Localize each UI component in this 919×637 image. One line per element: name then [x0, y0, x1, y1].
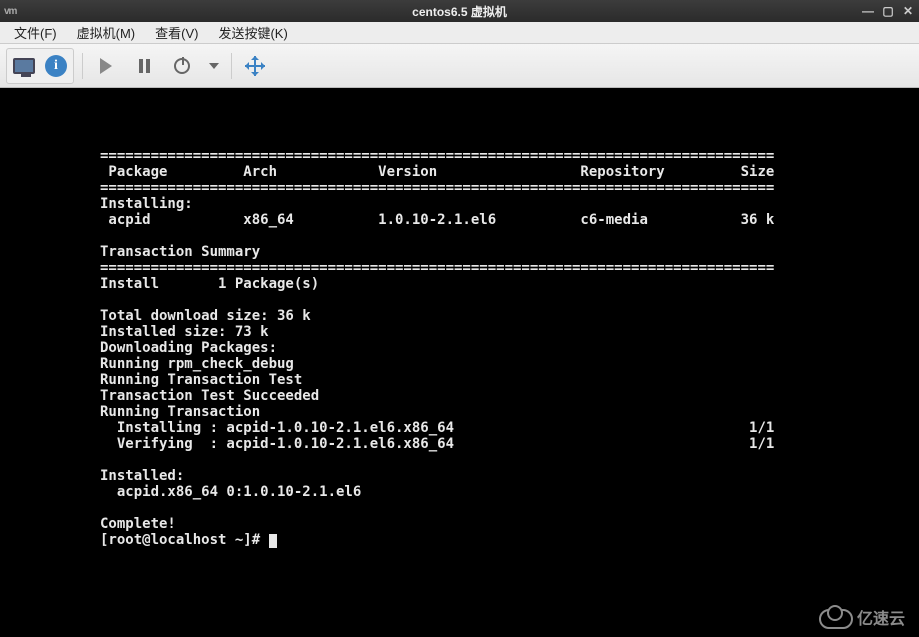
cloud-icon: [819, 609, 853, 629]
pause-icon: [139, 59, 150, 73]
shutdown-button[interactable]: [167, 51, 197, 81]
watermark-text: 亿速云: [857, 611, 905, 627]
vm-app-icon: vm: [4, 6, 16, 17]
guest-console[interactable]: ========================================…: [0, 88, 919, 637]
chevron-down-icon: [209, 63, 219, 69]
power-icon: [174, 58, 190, 74]
toolbar: i: [0, 44, 919, 88]
toolbar-separator-2: [231, 53, 232, 79]
menu-file[interactable]: 文件(F): [6, 21, 65, 44]
menubar: 文件(F) 虚拟机(M) 查看(V) 发送按键(K): [0, 22, 919, 44]
menu-sendkeys[interactable]: 发送按键(K): [210, 21, 295, 44]
menu-view[interactable]: 查看(V): [147, 21, 206, 44]
minimize-button[interactable]: —: [861, 4, 875, 18]
menu-vm[interactable]: 虚拟机(M): [69, 21, 144, 44]
run-button[interactable]: [91, 51, 121, 81]
cursor: [269, 534, 277, 548]
pause-button[interactable]: [129, 51, 159, 81]
close-button[interactable]: ✕: [901, 4, 915, 18]
toolbar-group-left: i: [6, 48, 74, 84]
play-icon: [100, 58, 112, 74]
shutdown-menu-button[interactable]: [205, 51, 223, 81]
window-title: centos6.5 虚拟机: [412, 3, 507, 20]
window-controls: — ▢ ✕: [861, 4, 915, 18]
watermark: 亿速云: [819, 609, 905, 629]
details-button[interactable]: i: [41, 51, 71, 81]
terminal-output: ========================================…: [0, 148, 919, 548]
fullscreen-button[interactable]: [240, 51, 270, 81]
titlebar: vm centos6.5 虚拟机 — ▢ ✕: [0, 0, 919, 22]
maximize-button[interactable]: ▢: [881, 4, 895, 18]
fullscreen-icon: [245, 56, 265, 76]
info-icon: i: [45, 55, 67, 77]
console-button[interactable]: [9, 51, 39, 81]
toolbar-separator: [82, 53, 83, 79]
monitor-icon: [13, 58, 35, 74]
